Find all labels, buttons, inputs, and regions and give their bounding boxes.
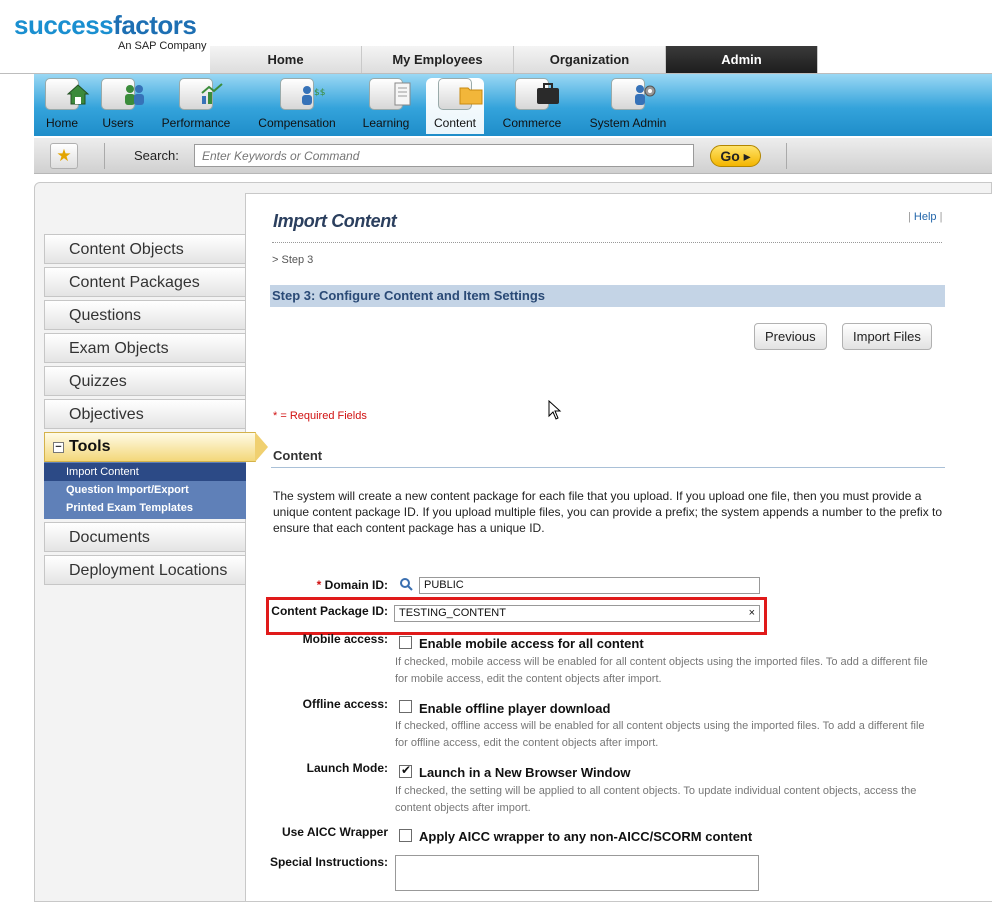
nav-item-content-objects[interactable]: Content Objects xyxy=(44,234,246,264)
domain-search-icon[interactable] xyxy=(399,577,413,591)
module-users[interactable]: Users xyxy=(98,78,144,134)
top-tab-admin[interactable]: Admin xyxy=(666,46,818,74)
special-instructions-textarea[interactable] xyxy=(395,855,759,891)
tools-submenu: Import Content Question Import/Export Pr… xyxy=(44,462,246,519)
content-description: The system will create a new content pac… xyxy=(273,489,943,535)
help-link[interactable]: Help xyxy=(914,211,937,223)
nav-item-documents[interactable]: Documents xyxy=(44,522,246,552)
module-system-admin[interactable]: System Admin xyxy=(586,78,670,134)
aicc-wrapper-checkbox[interactable] xyxy=(399,829,412,842)
module-compensation[interactable]: $$ Compensation xyxy=(256,78,338,134)
required-asterisk: * xyxy=(316,578,322,592)
mouse-cursor-icon xyxy=(548,400,562,420)
system-admin-icon xyxy=(611,78,656,110)
aicc-wrapper-label: Use AICC Wrapper xyxy=(281,825,388,839)
divider xyxy=(786,143,787,169)
module-learning[interactable]: Learning xyxy=(362,78,411,134)
subnav-question-import-export[interactable]: Question Import/Export xyxy=(44,481,246,499)
section-title-content: Content xyxy=(273,448,323,463)
module-label: Performance xyxy=(161,116,231,130)
nav-tools-label: Tools xyxy=(69,438,111,455)
compensation-icon: $$ xyxy=(280,78,325,110)
logo-wordmark: successfactors xyxy=(14,10,197,40)
special-instructions-label: Special Instructions: xyxy=(269,855,388,869)
nav-item-quizzes[interactable]: Quizzes xyxy=(44,366,246,396)
subnav-import-content[interactable]: Import Content xyxy=(44,463,246,481)
mobile-access-hint: If checked, mobile access will be enable… xyxy=(395,656,928,685)
module-label: Users xyxy=(102,116,134,130)
module-label: Compensation xyxy=(258,116,336,130)
collapse-icon[interactable]: − xyxy=(53,442,64,453)
module-label: Content xyxy=(433,116,477,130)
module-content[interactable]: Content xyxy=(426,78,484,134)
offline-access-label: Offline access: xyxy=(302,697,388,711)
search-label: Search: xyxy=(134,148,179,163)
successfactors-logo[interactable]: successfactors An SAP Company xyxy=(14,10,206,52)
nav-item-deployment-locations[interactable]: Deployment Locations xyxy=(44,555,246,585)
module-label: Learning xyxy=(362,116,410,130)
domain-id-label: * Domain ID: xyxy=(316,578,388,592)
module-performance[interactable]: Performance xyxy=(158,78,234,134)
section-divider xyxy=(271,467,945,468)
aicc-wrapper-option-label[interactable]: Apply AICC wrapper to any non-AICC/SCORM… xyxy=(419,829,752,844)
home-icon xyxy=(45,78,90,110)
launch-mode-option-label[interactable]: Launch in a New Browser Window xyxy=(419,765,631,780)
launch-mode-hint: If checked, the setting will be applied … xyxy=(395,785,917,814)
logo-tagline: An SAP Company xyxy=(118,40,207,52)
import-files-button[interactable]: Import Files xyxy=(842,323,932,350)
previous-button[interactable]: Previous xyxy=(754,323,827,350)
top-tab-my-employees[interactable]: My Employees xyxy=(362,46,514,74)
clear-icon[interactable]: × xyxy=(749,607,755,620)
subnav-printed-exam-templates[interactable]: Printed Exam Templates xyxy=(44,499,246,517)
nav-item-exam-objects[interactable]: Exam Objects xyxy=(44,333,246,363)
top-navigation: Home My Employees Organization Admin xyxy=(210,46,818,74)
step-header: Step 3: Configure Content and Item Setti… xyxy=(270,285,945,307)
commerce-briefcase-icon xyxy=(515,78,559,110)
divider xyxy=(104,143,105,169)
top-tab-organization[interactable]: Organization xyxy=(514,46,666,74)
mobile-access-option-label[interactable]: Enable mobile access for all content xyxy=(419,636,644,651)
nav-item-objectives[interactable]: Objectives xyxy=(44,399,246,429)
top-tab-home[interactable]: Home xyxy=(210,46,362,74)
mobile-access-label: Mobile access: xyxy=(302,632,388,646)
content-folder-icon xyxy=(438,78,483,110)
performance-icon xyxy=(179,78,223,110)
play-arrow-icon: ▸ xyxy=(743,148,751,164)
left-navigation: Content Objects Content Packages Questio… xyxy=(44,234,268,588)
breadcrumb: > Step 3 xyxy=(272,254,314,266)
module-label: Home xyxy=(45,116,78,130)
module-label: System Admin xyxy=(589,116,667,130)
module-label: Commerce xyxy=(502,116,562,130)
offline-access-option-label[interactable]: Enable offline player download xyxy=(419,701,610,716)
nav-item-questions[interactable]: Questions xyxy=(44,300,246,330)
module-bar: Home Users Performance $$ Compensation L… xyxy=(34,74,992,136)
content-package-id-label: Content Package ID: xyxy=(271,604,388,618)
page-title: Import Content xyxy=(273,211,397,231)
learning-icon xyxy=(369,78,411,110)
nav-item-tools[interactable]: − Tools xyxy=(44,432,268,462)
title-divider xyxy=(272,242,942,243)
domain-id-field[interactable]: PUBLIC xyxy=(419,577,760,594)
module-commerce[interactable]: Commerce xyxy=(500,78,564,134)
help-link-group: | Help | xyxy=(908,211,943,223)
launch-mode-checkbox[interactable] xyxy=(399,763,412,778)
nav-item-content-packages[interactable]: Content Packages xyxy=(44,267,246,297)
svg-text:$$: $$ xyxy=(314,88,325,98)
module-home[interactable]: Home xyxy=(44,78,90,134)
favorites-star-icon[interactable]: ★ xyxy=(50,143,78,169)
offline-access-hint: If checked, offline access will be enabl… xyxy=(395,720,925,749)
go-button[interactable]: Go ▸ xyxy=(710,145,761,167)
offline-access-checkbox[interactable] xyxy=(399,700,412,713)
search-bar: ★ Search: Go ▸ xyxy=(34,138,992,174)
users-icon xyxy=(101,78,144,110)
launch-mode-label: Launch Mode: xyxy=(306,761,388,775)
mobile-access-checkbox[interactable] xyxy=(399,636,412,649)
content-package-id-field[interactable]: TESTING_CONTENT × xyxy=(394,605,760,622)
search-input[interactable] xyxy=(194,144,694,167)
required-fields-note: * = Required Fields xyxy=(273,410,367,422)
